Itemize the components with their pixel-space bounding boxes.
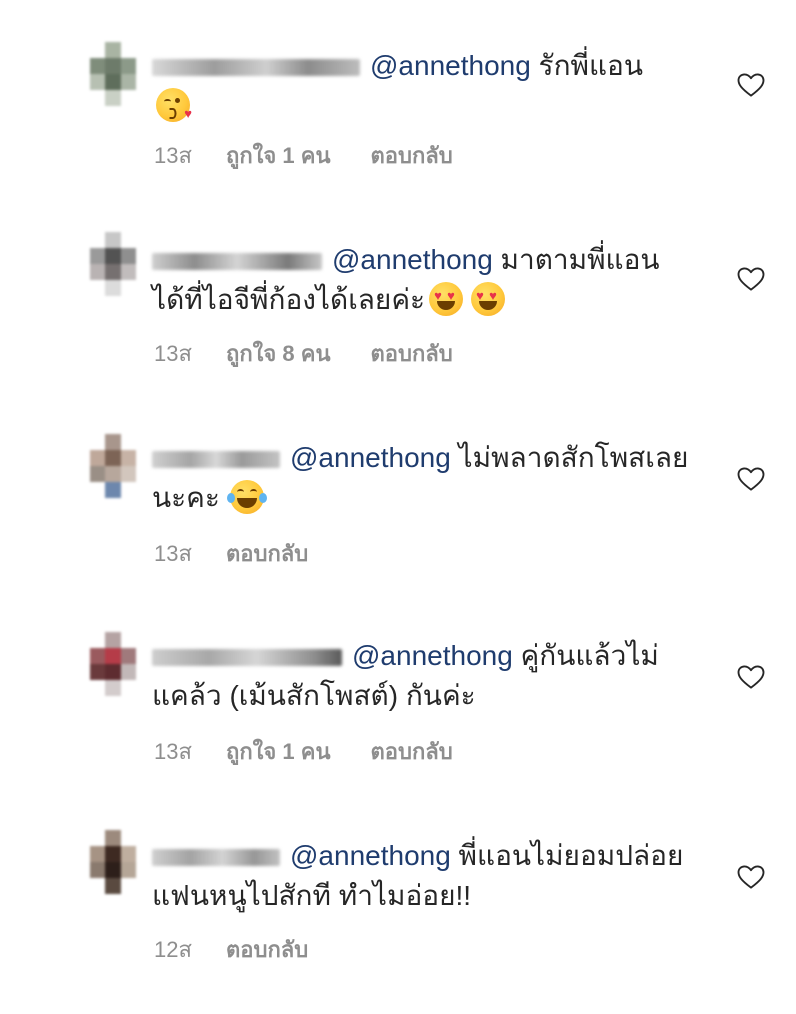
heart-icon[interactable] xyxy=(734,662,768,692)
comment-time: 13ส xyxy=(154,739,192,764)
mention-link[interactable]: @annethong xyxy=(290,840,451,871)
reply-button[interactable]: ตอบกลับ xyxy=(371,340,453,368)
likes-count-link[interactable]: ถูกใจ 8 คน xyxy=(226,340,331,368)
comment-item: @annethong พี่แอนไม่ยอมปล่อยแฟนหนูไปสักท… xyxy=(0,826,796,996)
avatar[interactable] xyxy=(90,830,136,894)
avatar[interactable] xyxy=(90,434,136,498)
comment-text: @annethong ไม่พลาดสักโพสเลยนะคะ xyxy=(152,438,707,518)
comment-meta: 13ส ถูกใจ 1 คน ตอบกลับ xyxy=(154,738,453,766)
comment-text: @annethong รักพี่แอน ♥ xyxy=(152,46,707,126)
comment-meta: 13ส ตอบกลับ xyxy=(154,540,308,568)
comment-text: @annethong คู่กันแล้วไม่แคล้ว (เม้นสักโพ… xyxy=(152,636,707,716)
mention-link[interactable]: @annethong xyxy=(290,442,451,473)
tears-of-joy-emoji-icon xyxy=(226,480,267,514)
comment-time: 13ส xyxy=(154,341,192,366)
reply-button[interactable]: ตอบกลับ xyxy=(371,142,453,170)
heart-icon[interactable] xyxy=(734,862,768,892)
mention-link[interactable]: @annethong xyxy=(332,244,493,275)
avatar[interactable] xyxy=(90,42,136,106)
username-blurred[interactable] xyxy=(152,849,280,867)
comment-item: @annethong คู่กันแล้วไม่แคล้ว (เม้นสักโพ… xyxy=(0,626,796,796)
username-blurred[interactable] xyxy=(152,59,360,77)
comment-meta: 12ส ตอบกลับ xyxy=(154,936,308,964)
likes-count-link[interactable]: ถูกใจ 1 คน xyxy=(226,142,331,170)
avatar[interactable] xyxy=(90,232,136,296)
heart-eyes-emoji-icon: ♥ ♥ xyxy=(471,282,506,316)
username-blurred[interactable] xyxy=(152,253,322,271)
comment-item: @annethong มาตามพี่แอนได้ที่ไอจีพี่ก้องไ… xyxy=(0,228,796,398)
mention-link[interactable]: @annethong xyxy=(352,640,513,671)
comment-body: รักพี่แอน xyxy=(530,50,644,81)
comment-item: @annethong รักพี่แอน ♥ 13ส ถูกใจ 1 คน ตอบก… xyxy=(0,30,796,200)
reply-button[interactable]: ตอบกลับ xyxy=(226,540,308,568)
heart-eyes-emoji-icon: ♥ ♥ xyxy=(429,282,464,316)
reply-button[interactable]: ตอบกลับ xyxy=(226,936,308,964)
comment-meta: 13ส ถูกใจ 1 คน ตอบกลับ xyxy=(154,142,453,170)
heart-icon[interactable] xyxy=(734,264,768,294)
heart-icon[interactable] xyxy=(734,464,768,494)
mention-link[interactable]: @annethong xyxy=(370,50,531,81)
reply-button[interactable]: ตอบกลับ xyxy=(371,738,453,766)
username-blurred[interactable] xyxy=(152,451,280,469)
comment-time: 13ส xyxy=(154,541,192,566)
comment-item: @annethong ไม่พลาดสักโพสเลยนะคะ 13ส ตอบกล… xyxy=(0,428,796,598)
likes-count-link[interactable]: ถูกใจ 1 คน xyxy=(226,738,331,766)
heart-icon[interactable] xyxy=(734,70,768,100)
avatar[interactable] xyxy=(90,632,136,696)
username-blurred[interactable] xyxy=(152,649,342,667)
kissing-heart-emoji-icon: ♥ xyxy=(156,88,192,122)
comment-meta: 13ส ถูกใจ 8 คน ตอบกลับ xyxy=(154,340,453,368)
comment-text: @annethong พี่แอนไม่ยอมปล่อยแฟนหนูไปสักท… xyxy=(152,836,707,916)
comment-time: 12ส xyxy=(154,937,192,962)
comment-text: @annethong มาตามพี่แอนได้ที่ไอจีพี่ก้องไ… xyxy=(152,240,707,320)
comment-time: 13ส xyxy=(154,143,192,168)
